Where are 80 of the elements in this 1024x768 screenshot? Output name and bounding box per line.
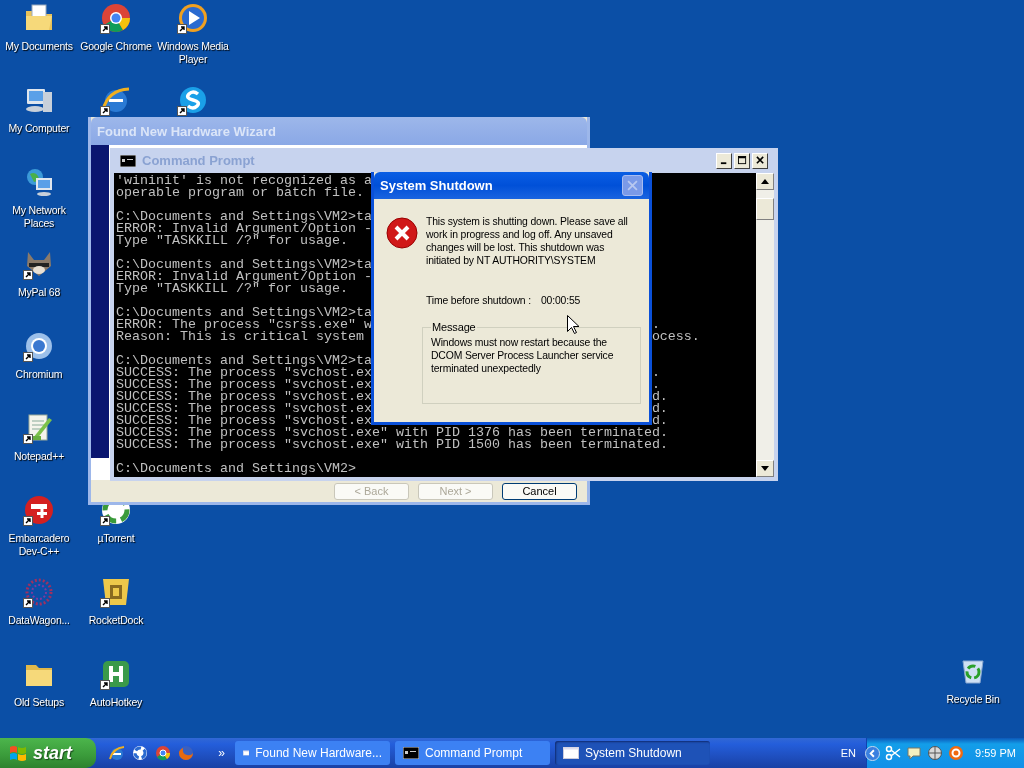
console-line: C:\Documents and Settings\VM2>ta bbox=[116, 209, 372, 224]
scrollbar[interactable] bbox=[756, 173, 774, 477]
icon-label[interactable]: Recycle Bin bbox=[946, 693, 1000, 706]
console-line: SUCCESS: The process "svchost.ex bbox=[116, 403, 372, 415]
console-line: d. bbox=[651, 391, 668, 403]
close-icon bbox=[627, 180, 638, 191]
console-line: SUCCESS: The process "svchost.ex bbox=[116, 367, 372, 379]
dotted-ring-icon[interactable] bbox=[23, 576, 55, 608]
mouse-pointer-icon bbox=[567, 315, 579, 334]
browser-logo-icon[interactable] bbox=[109, 745, 125, 761]
minimize-button[interactable] bbox=[716, 152, 732, 169]
console-line: d. bbox=[651, 403, 668, 415]
window-title: Found New Hardware Wizard bbox=[97, 123, 277, 139]
chrome-logo-icon[interactable] bbox=[155, 745, 171, 761]
icon-label[interactable]: MyPal 68 bbox=[17, 286, 61, 299]
clock: 9:59 PM bbox=[975, 747, 1016, 759]
chrome-logo-icon[interactable] bbox=[100, 2, 132, 34]
icon-label[interactable]: RocketDock bbox=[88, 614, 144, 627]
console-line: 'wininit' is not recognized as a bbox=[116, 173, 372, 188]
taskbar-button[interactable]: Found New Hardware... bbox=[235, 741, 390, 765]
arrow-down-icon[interactable] bbox=[761, 466, 769, 471]
icon-label[interactable]: Google Chrome bbox=[80, 40, 152, 53]
bubble-icon[interactable] bbox=[906, 745, 923, 761]
icon-label[interactable]: My Computer bbox=[8, 122, 70, 135]
icon-label[interactable]: My Documents bbox=[5, 40, 73, 53]
console-line: Reason: This is critical system bbox=[116, 331, 364, 343]
ring-logo-icon[interactable] bbox=[23, 330, 55, 362]
disc-logo-icon[interactable] bbox=[23, 494, 55, 526]
message-text: This system is shutting down. Please save all work in progress and log off. Any unsaved changes will be lost. This shutdown was initiated by NT AUTHORITY\SYSTEM bbox=[426, 215, 629, 267]
window-title: Command Prompt bbox=[142, 153, 255, 168]
app-tile-icon[interactable] bbox=[100, 658, 132, 690]
console-icon bbox=[120, 154, 136, 167]
chevron-icon[interactable] bbox=[865, 745, 881, 761]
console-line: . bbox=[651, 319, 660, 331]
taskbar-button[interactable]: System Shutdown bbox=[555, 741, 710, 765]
console-line: C:\Documents and Settings\VM2>ta bbox=[116, 353, 372, 368]
console-line: SUCCESS: The process "svchost.ex bbox=[116, 415, 372, 427]
globe-icon[interactable] bbox=[927, 745, 944, 761]
chat-logo-icon[interactable] bbox=[177, 84, 209, 116]
console-line: SUCCESS: The process "svchost.ex bbox=[116, 379, 372, 391]
group-label: Message bbox=[431, 321, 477, 334]
message-text: Windows must now restart because the DCOM Server Process Launcher service terminated unexpectedly bbox=[431, 336, 615, 375]
console-line: C:\Documents and Settings\VM2> bbox=[116, 461, 356, 476]
icon-label[interactable]: Windows Media Player bbox=[154, 40, 232, 66]
tile-logo-icon[interactable] bbox=[100, 576, 132, 608]
more-button[interactable]: » bbox=[214, 746, 229, 760]
console-line: . bbox=[651, 367, 660, 379]
console-icon bbox=[403, 747, 419, 759]
console-line: . bbox=[651, 379, 660, 391]
icon-label[interactable]: µTorrent bbox=[97, 532, 135, 545]
icon-label[interactable]: My Network Places bbox=[0, 204, 78, 230]
window-icon bbox=[243, 747, 250, 759]
icon-label[interactable]: Chromium bbox=[15, 368, 63, 381]
console-line: SUCCESS: The process "svchost.ex bbox=[116, 391, 372, 403]
icon-label[interactable]: AutoHotkey bbox=[89, 696, 143, 709]
console-line: C:\Documents and Settings\VM2>ta bbox=[116, 305, 372, 320]
console-line: ocess. bbox=[651, 331, 700, 343]
language-indicator[interactable]: EN bbox=[840, 747, 857, 759]
countdown-value: 00:00:55 bbox=[540, 294, 581, 307]
media-player-icon[interactable] bbox=[177, 2, 209, 34]
wizard-button[interactable]: Cancel bbox=[502, 483, 577, 500]
maximize-button[interactable] bbox=[734, 152, 750, 169]
icon-label[interactable]: Embarcadero Dev-C++ bbox=[0, 532, 78, 558]
close-icon bbox=[755, 156, 765, 165]
error-icon bbox=[386, 217, 418, 249]
ring-logo-icon[interactable] bbox=[948, 745, 965, 761]
swirl-logo-icon[interactable] bbox=[132, 745, 148, 761]
console-line: d. bbox=[651, 415, 668, 427]
console-line: C:\Documents and Settings\VM2>ta bbox=[116, 257, 372, 272]
maximize-icon bbox=[737, 156, 747, 165]
arrow-up-icon[interactable] bbox=[761, 179, 769, 184]
icon-label[interactable]: DataWagon... bbox=[8, 614, 70, 627]
countdown-label: Time before shutdown : bbox=[426, 294, 531, 307]
taskbar-button[interactable]: Command Prompt bbox=[395, 741, 550, 765]
windows-flag-icon bbox=[8, 743, 28, 763]
icon-label[interactable]: Notepad++ bbox=[13, 450, 65, 463]
window-icon bbox=[563, 747, 579, 759]
window-title: System Shutdown bbox=[380, 178, 493, 193]
scroll-thumb[interactable] bbox=[756, 198, 774, 220]
icon-label[interactable]: Old Setups bbox=[14, 696, 64, 709]
